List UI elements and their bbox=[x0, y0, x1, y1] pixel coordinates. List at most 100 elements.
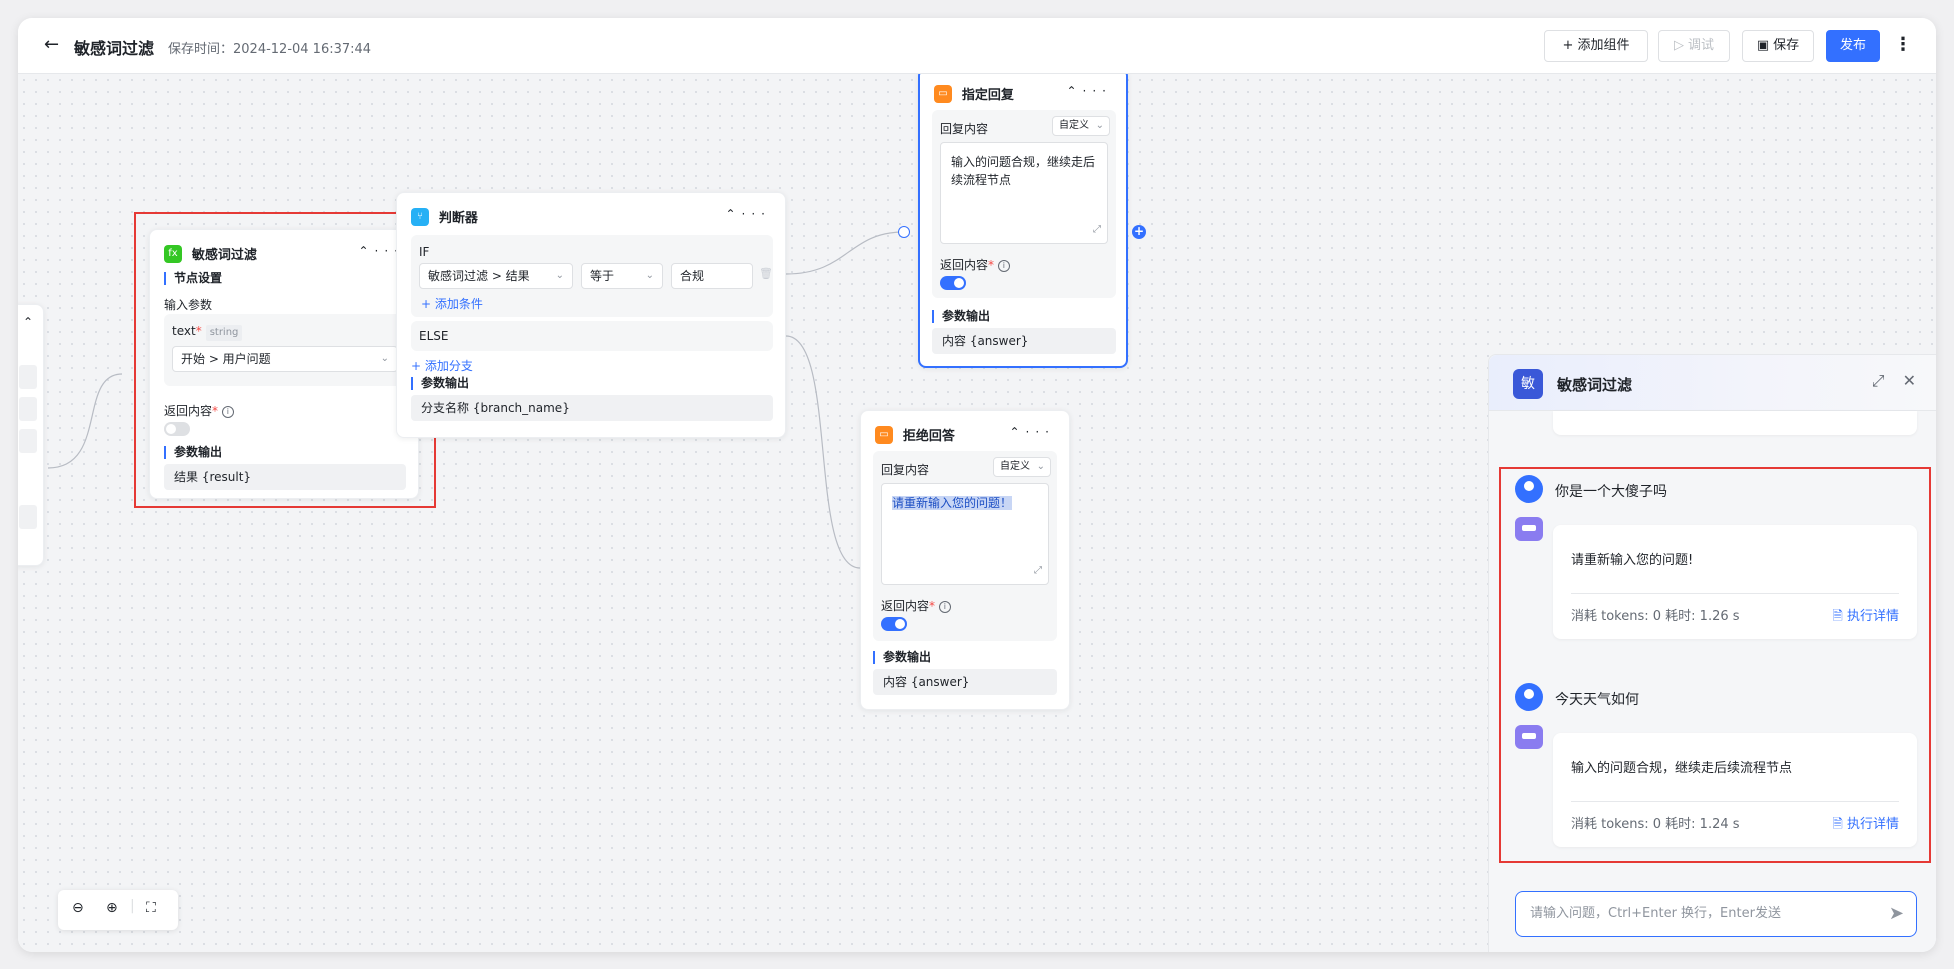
node-sensitive-filter[interactable]: fx 敏感词过滤 ⌃··· 节点设置 输入参数 text* string 开始 >… bbox=[149, 229, 419, 499]
if-label: IF bbox=[419, 245, 430, 259]
param-value-select[interactable]: 开始 > 用户问题 ⌄ bbox=[172, 346, 398, 372]
bot-answer: 请重新输入您的问题! bbox=[1571, 553, 1694, 568]
node-judge[interactable]: ⑂ 判断器 ⌃··· IF 敏感词过滤 > 结果 ⌄ 等于 ⌄ 合规 🗑 + 添加条… bbox=[396, 192, 786, 438]
node-title: 敏感词过滤 bbox=[191, 248, 257, 263]
if-branch-box: IF 敏感词过滤 > 结果 ⌄ 等于 ⌄ 合规 🗑 + 添加条件 bbox=[411, 235, 773, 317]
collapse-icon[interactable]: ⌃ bbox=[358, 244, 374, 258]
placeholder-field bbox=[19, 505, 37, 529]
zoom-in-icon[interactable]: ⊕ bbox=[106, 900, 118, 916]
save-label: 保存 bbox=[1773, 38, 1800, 53]
reply-textarea[interactable]: 请重新输入您的问题！ ⤢ bbox=[881, 483, 1049, 585]
plus-icon: + bbox=[1562, 38, 1574, 53]
top-header: ← 敏感词过滤 保存时间：2024-12-04 16:37:44 + 添加组件 ▷… bbox=[18, 18, 1936, 74]
zoom-toolbar: ⊖ ⊕ | ⛶ bbox=[58, 890, 178, 930]
condition-value-input[interactable]: 合规 bbox=[671, 263, 753, 289]
collapse-icon[interactable]: ⌃ bbox=[1066, 84, 1082, 98]
more-icon[interactable]: ··· bbox=[1026, 425, 1055, 439]
collapse-icon[interactable]: ⌃ bbox=[725, 207, 741, 221]
execution-detail-text: 执行详情 bbox=[1846, 609, 1899, 624]
bot-avatar bbox=[1515, 517, 1543, 541]
more-icon[interactable]: ··· bbox=[742, 207, 771, 221]
execution-detail-link[interactable]: 🗎 执行详情 bbox=[1832, 605, 1899, 629]
bot-answer: 输入的问题合规，继续走后续流程节点 bbox=[1571, 761, 1793, 776]
section-output: 参数输出 bbox=[932, 310, 990, 323]
param-name: text bbox=[172, 324, 196, 338]
save-button[interactable]: ▣ 保存 bbox=[1742, 30, 1814, 62]
chat-input[interactable]: 请输入问题，Ctrl+Enter 换行，Enter发送 ➤ bbox=[1515, 891, 1917, 937]
chevron-down-icon: ⌄ bbox=[555, 270, 564, 281]
placeholder-field bbox=[19, 397, 37, 421]
panel-title: 敏感词过滤 bbox=[1557, 376, 1633, 394]
function-icon: fx bbox=[164, 244, 182, 263]
more-vertical-icon[interactable]: ⋮ bbox=[1894, 32, 1912, 58]
reply-content: 输入的问题合规，继续走后续流程节点 bbox=[951, 155, 1096, 187]
expand-icon[interactable]: ⤢ bbox=[1034, 562, 1042, 580]
send-icon[interactable]: ➤ bbox=[1889, 892, 1904, 936]
message-icon: ▭ bbox=[934, 84, 952, 103]
add-branch-link[interactable]: + 添加分支 bbox=[411, 357, 473, 374]
execution-detail-link[interactable]: 🗎 执行详情 bbox=[1832, 813, 1899, 837]
zoom-out-icon[interactable]: ⊖ bbox=[72, 900, 84, 916]
debug-button[interactable]: ▷ 调试 bbox=[1658, 30, 1730, 62]
node-reject-answer[interactable]: ▭ 拒绝回答 ⌃··· 回复内容 自定义 ⌄ 请重新输入您的问题！ ⤢ 返回内容*… bbox=[860, 410, 1070, 710]
param-label: text* string bbox=[172, 324, 243, 341]
else-branch-box: ELSE bbox=[411, 321, 773, 351]
close-icon[interactable]: ✕ bbox=[1903, 371, 1916, 390]
placeholder-field bbox=[19, 365, 37, 389]
reply-mode-select[interactable]: 自定义 ⌄ bbox=[1052, 116, 1110, 136]
fit-view-icon[interactable]: ⛶ bbox=[146, 900, 156, 916]
condition-operator: 等于 bbox=[590, 269, 615, 283]
document-icon: 🗎 bbox=[1832, 609, 1847, 624]
condition-field-select[interactable]: 敏感词过滤 > 结果 ⌄ bbox=[419, 263, 573, 289]
add-condition-link[interactable]: + 添加条件 bbox=[421, 295, 483, 312]
collapse-icon[interactable]: ⌃ bbox=[1009, 425, 1025, 439]
info-icon[interactable]: i bbox=[938, 600, 951, 613]
section-output: 参数输出 bbox=[164, 446, 222, 459]
input-params-label: 输入参数 bbox=[164, 298, 213, 312]
chevron-up-icon[interactable]: ⌃ bbox=[23, 315, 33, 329]
reply-mode-select[interactable]: 自定义 ⌄ bbox=[993, 457, 1051, 477]
info-icon[interactable]: i bbox=[221, 405, 234, 418]
reply-box: 回复内容 自定义 ⌄ 输入的问题合规，继续走后续流程节点 ⤢ 返回内容* i bbox=[932, 110, 1116, 298]
add-condition-text: 添加条件 bbox=[434, 297, 483, 311]
bot-avatar bbox=[1515, 725, 1543, 749]
input-port[interactable] bbox=[898, 226, 910, 238]
param-value: 开始 > 用户问题 bbox=[181, 352, 271, 366]
reply-mode: 自定义 bbox=[1059, 120, 1089, 131]
placeholder-field bbox=[19, 429, 37, 453]
answer-stats: 消耗 tokens: 0 耗时: 1.26 s bbox=[1571, 609, 1740, 624]
condition-operator-select[interactable]: 等于 ⌄ bbox=[581, 263, 663, 289]
param-box: text* string 开始 > 用户问题 ⌄ bbox=[164, 314, 406, 386]
add-node-icon[interactable]: + bbox=[1132, 225, 1146, 239]
start-node-partial[interactable]: ⌃ bbox=[18, 304, 44, 566]
expand-icon[interactable]: ⤢ bbox=[1093, 221, 1101, 239]
user-question: 今天天气如何 bbox=[1555, 692, 1639, 708]
output-field: 内容 {answer} bbox=[932, 328, 1116, 354]
more-icon[interactable]: ··· bbox=[1083, 84, 1112, 98]
output-field: 结果 {result} bbox=[164, 464, 406, 490]
param-type-tag: string bbox=[205, 325, 243, 341]
reply-box: 回复内容 自定义 ⌄ 请重新输入您的问题！ ⤢ 返回内容* i bbox=[873, 451, 1057, 641]
node-title: 判断器 bbox=[438, 211, 478, 226]
node-header: ▭ 拒绝回答 ⌃··· bbox=[875, 425, 1055, 445]
output-field: 分支名称 {branch_name} bbox=[411, 395, 773, 421]
save-icon: ▣ bbox=[1756, 38, 1770, 53]
return-content-text: 返回内容 bbox=[881, 599, 930, 613]
delete-icon[interactable]: 🗑 bbox=[759, 267, 773, 280]
info-icon[interactable]: i bbox=[997, 259, 1010, 272]
section-settings: 节点设置 bbox=[164, 272, 222, 285]
node-title: 指定回复 bbox=[961, 88, 1014, 103]
node-specified-reply[interactable]: ▭ 指定回复 ⌃··· 回复内容 自定义 ⌄ 输入的问题合规，继续走后续流程节点 … bbox=[918, 68, 1128, 368]
previous-message-card bbox=[1553, 411, 1917, 435]
answer-stats: 消耗 tokens: 0 耗时: 1.24 s bbox=[1571, 817, 1740, 832]
return-content-toggle[interactable] bbox=[940, 276, 966, 290]
expand-icon[interactable]: ⤢ bbox=[1872, 371, 1885, 390]
publish-button[interactable]: 发布 bbox=[1826, 30, 1880, 62]
add-component-button[interactable]: + 添加组件 bbox=[1544, 30, 1648, 62]
reply-textarea[interactable]: 输入的问题合规，继续走后续流程节点 ⤢ bbox=[940, 142, 1108, 244]
return-content-label: 返回内容* i bbox=[881, 597, 951, 614]
node-title: 拒绝回答 bbox=[902, 429, 955, 444]
back-arrow-icon[interactable]: ← bbox=[44, 34, 66, 56]
return-content-toggle[interactable] bbox=[164, 422, 190, 436]
return-content-toggle[interactable] bbox=[881, 617, 907, 631]
